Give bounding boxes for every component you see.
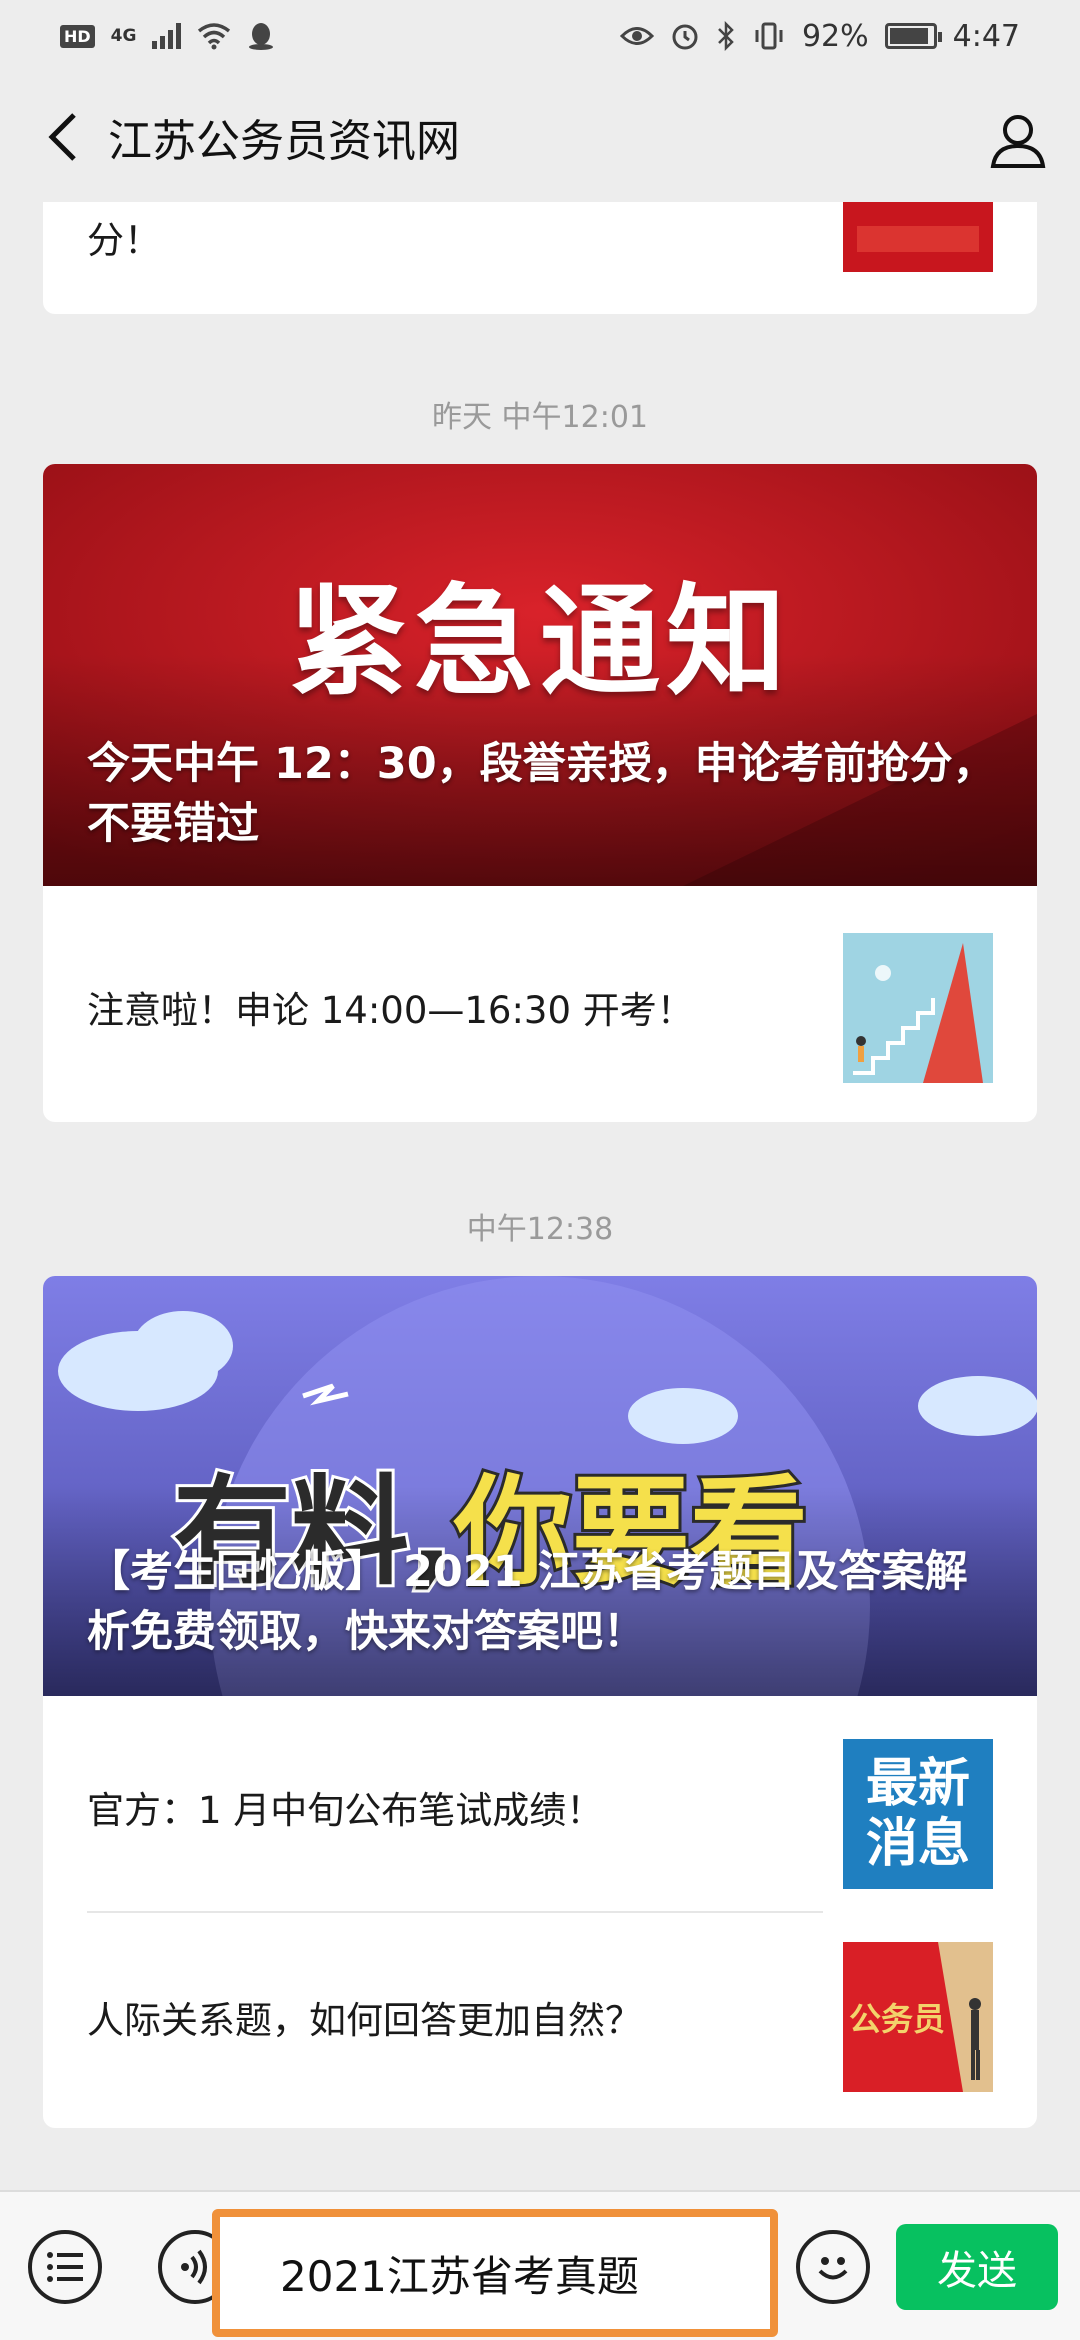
clock: 4:47	[952, 18, 1020, 54]
voice-icon	[181, 2249, 207, 2285]
vibrate-icon	[755, 22, 783, 50]
profile-icon[interactable]	[988, 110, 1048, 170]
send-button[interactable]: 发送	[896, 2224, 1058, 2310]
banner-article[interactable]: 紧急通知 今天中午 12：30，段誉亲授，申论考前抢分，不要错过	[43, 464, 1037, 886]
article-title: 人际关系题，如何回答更加自然？	[87, 1999, 642, 2042]
banner-caption: 今天中午 12：30，段誉亲授，申论考前抢分，不要错过	[87, 739, 996, 849]
page-title: 江苏公务员资讯网	[108, 116, 460, 167]
banner-headline: 紧急通知	[288, 573, 792, 712]
status-bar: HD 4G 92% 4:47	[0, 0, 1080, 72]
article-thumb: 公务员	[843, 1942, 993, 2092]
emoji-button[interactable]	[796, 2230, 870, 2304]
thumb-label: 公务员	[849, 2000, 946, 2038]
chat-page: HD 4G 92% 4:47 江苏公务员资讯网 分！ 昨天 中午12:01 紧急…	[0, 0, 1080, 2340]
list-icon	[47, 2252, 83, 2282]
signal-icon	[152, 23, 182, 49]
menu-button[interactable]	[28, 2230, 102, 2304]
hd-badge: HD	[60, 24, 95, 48]
prev-article-card[interactable]: 分！	[43, 202, 1037, 314]
article-title: 注意啦！申论 14:00—16:30 开考！	[87, 989, 694, 1032]
banner-caption: 【考生回忆版】 2021 江苏省考题目及答案解析免费领取，快来对答案吧！	[87, 1547, 968, 1657]
wifi-icon	[198, 23, 231, 50]
eye-icon	[619, 27, 654, 45]
network-type: 4G	[110, 26, 137, 46]
qq-icon	[249, 23, 274, 50]
prev-article-thumb	[843, 202, 993, 272]
message-input[interactable]: 2021江苏省考真题	[212, 2209, 778, 2337]
thumb-label: 最新消息	[865, 1754, 970, 1874]
article-thumb	[843, 933, 993, 1083]
timestamp: 昨天 中午12:01	[432, 400, 648, 435]
battery-percent: 92%	[801, 18, 869, 54]
input-bar: 2021江苏省考真题 发送	[0, 2190, 1080, 2340]
timestamp: 中午12:38	[466, 1212, 614, 1247]
article-row[interactable]: 注意啦！申论 14:00—16:30 开考！	[43, 886, 1037, 1122]
bluetooth-icon	[718, 21, 734, 51]
banner-article[interactable]: 有料,你要看 【考生回忆版】 2021 江苏省考题目及答案解析免费领取，快来对答…	[43, 1276, 1037, 1696]
emoji-icon	[818, 2257, 848, 2280]
battery-icon	[884, 23, 942, 49]
prev-article-title: 分！	[87, 219, 161, 262]
article-group-card: 紧急通知 今天中午 12：30，段誉亲授，申论考前抢分，不要错过 注意啦！申论 …	[43, 464, 1037, 1122]
article-row[interactable]: 人际关系题，如何回答更加自然？ 公务员	[43, 1912, 1037, 2128]
article-group-card: 有料,你要看 【考生回忆版】 2021 江苏省考题目及答案解析免费领取，快来对答…	[43, 1276, 1037, 2128]
back-icon[interactable]	[18, 72, 108, 202]
article-thumb: 最新消息	[843, 1739, 993, 1889]
article-row[interactable]: 官方：1 月中旬公布笔试成绩！ 最新消息	[43, 1696, 1037, 1912]
nav-bar: 江苏公务员资讯网	[0, 72, 1080, 202]
article-title: 官方：1 月中旬公布笔试成绩！	[87, 1789, 604, 1832]
alarm-icon	[672, 24, 698, 50]
